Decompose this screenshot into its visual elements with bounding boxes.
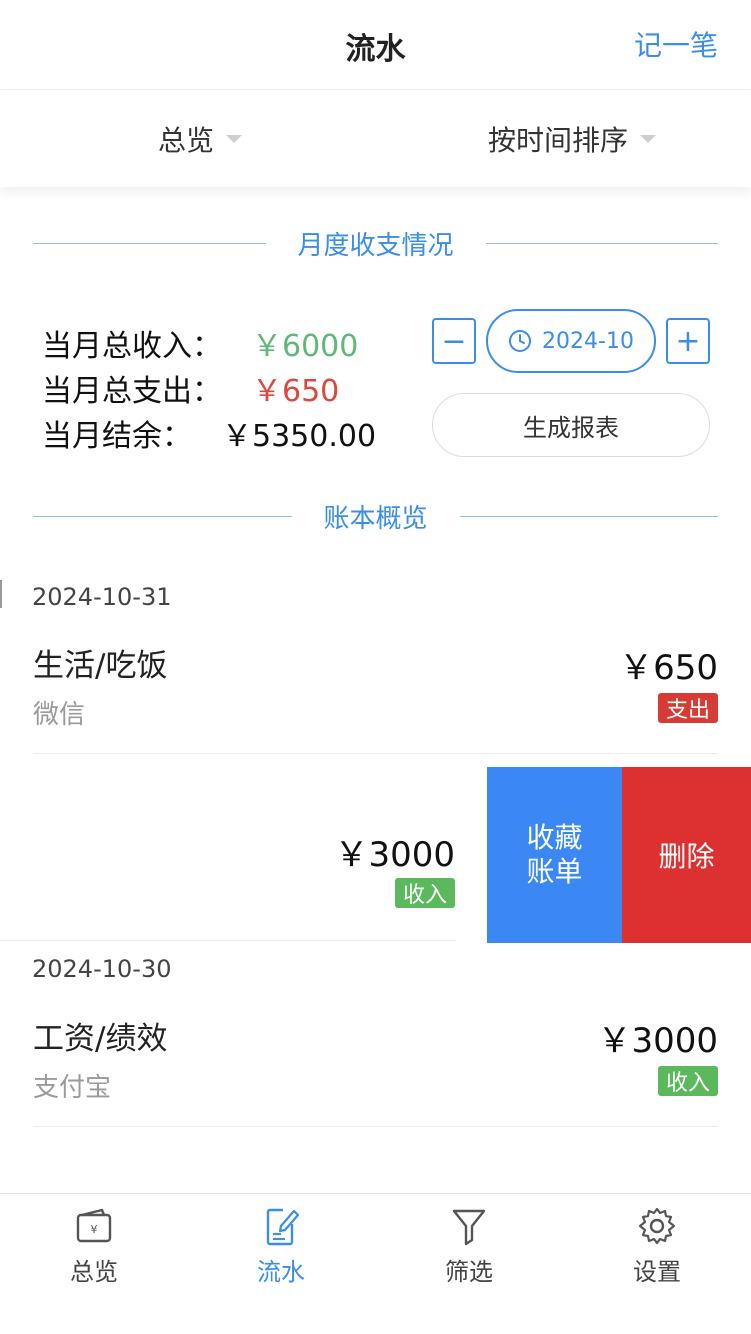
tab-overview[interactable]: ¥ 总览 xyxy=(34,1206,154,1287)
tab-filter[interactable]: 筛选 xyxy=(409,1206,529,1287)
expense-value: ￥650 xyxy=(252,373,340,409)
income-row: 当月总收入： ￥6000 xyxy=(42,320,376,365)
tab-label: 设置 xyxy=(633,1258,681,1286)
income-tag: 收入 xyxy=(394,878,455,908)
gear-icon xyxy=(638,1207,676,1245)
row-divider xyxy=(33,1126,718,1127)
month-picker[interactable]: 2024-10 xyxy=(486,309,656,373)
swiped-list-item[interactable]: ￥3000 收入 收藏 账单 删除 xyxy=(0,767,751,943)
item-amount: ￥3000 xyxy=(597,1021,718,1061)
top-nav-bar: 流水 记一笔 xyxy=(0,0,751,90)
divider-line xyxy=(33,242,266,244)
item-account: 支付宝 xyxy=(33,1073,112,1103)
filter-icon xyxy=(452,1209,486,1246)
ledger-section-title: 账本概览 xyxy=(323,503,428,534)
divider-line xyxy=(485,242,719,244)
month-section-header: 月度收支情况 xyxy=(33,223,719,263)
caret-down-icon xyxy=(226,135,243,143)
wallet-icon: ¥ xyxy=(76,1208,112,1243)
date-header: 2024-10-31 xyxy=(32,583,172,611)
row-divider xyxy=(0,940,456,941)
bottom-tab-bar: ¥ 总览 流水 筛选 设置 xyxy=(0,1193,751,1334)
expense-row: 当月总支出： ￥650 xyxy=(42,365,376,410)
favorite-bill-button[interactable]: 收藏 账单 xyxy=(487,767,622,943)
clock-icon xyxy=(509,330,532,352)
favorite-bill-label: 收藏 账单 xyxy=(526,821,583,888)
income-tag: 收入 xyxy=(657,1066,718,1096)
overview-dropdown-label: 总览 xyxy=(158,124,215,157)
next-month-button[interactable]: + xyxy=(666,318,710,364)
item-amount: ￥3000 xyxy=(334,835,455,875)
expense-tag: 支出 xyxy=(657,693,718,723)
row-divider xyxy=(33,753,718,754)
tab-label: 筛选 xyxy=(445,1258,493,1286)
generate-report-button[interactable]: 生成报表 xyxy=(432,393,710,457)
note-edit-icon xyxy=(266,1208,300,1246)
balance-row: 当月结余： ￥5350.00 xyxy=(42,410,376,455)
prev-month-button[interactable]: − xyxy=(432,318,476,364)
income-value: ￥6000 xyxy=(252,328,359,364)
month-summary: 当月总收入： ￥6000 当月总支出： ￥650 当月结余： ￥5350.00 xyxy=(42,320,376,455)
month-value: 2024-10 xyxy=(542,328,634,354)
sort-dropdown[interactable]: 按时间排序 xyxy=(488,119,657,159)
tab-label: 总览 xyxy=(70,1258,118,1286)
sort-dropdown-label: 按时间排序 xyxy=(488,124,629,157)
income-label: 当月总收入： xyxy=(42,328,222,364)
expense-label: 当月总支出： xyxy=(42,373,222,409)
delete-button[interactable]: 删除 xyxy=(622,767,751,943)
add-record-button[interactable]: 记一笔 xyxy=(634,24,718,64)
tab-label: 流水 xyxy=(257,1258,305,1286)
list-item[interactable]: 工资/绩效 支付宝 ￥3000 收入 xyxy=(0,1003,751,1128)
balance-value: ￥5350.00 xyxy=(222,418,377,454)
divider-line xyxy=(33,515,292,517)
ledger-section-header: 账本概览 xyxy=(33,496,719,536)
item-amount: ￥650 xyxy=(619,648,718,688)
item-category: 生活/吃饭 xyxy=(33,648,168,684)
divider-line xyxy=(459,515,719,517)
list-item[interactable]: 生活/吃饭 微信 ￥650 支出 xyxy=(0,630,751,755)
balance-label: 当月结余： xyxy=(42,418,192,454)
date-header: 2024-10-30 xyxy=(32,955,172,983)
month-section-title: 月度收支情况 xyxy=(297,230,454,261)
item-account: 微信 xyxy=(33,700,86,730)
caret-down-icon xyxy=(640,135,657,143)
overview-dropdown[interactable]: 总览 xyxy=(158,119,243,159)
tab-flow[interactable]: 流水 xyxy=(221,1206,341,1287)
item-category: 工资/绩效 xyxy=(33,1021,168,1057)
scroll-edge-mark xyxy=(0,580,2,608)
month-selector: − 2024-10 + xyxy=(432,309,710,373)
tab-settings[interactable]: 设置 xyxy=(597,1206,717,1287)
filter-bar: 总览 按时间排序 xyxy=(0,91,751,187)
svg-text:¥: ¥ xyxy=(91,1223,98,1236)
